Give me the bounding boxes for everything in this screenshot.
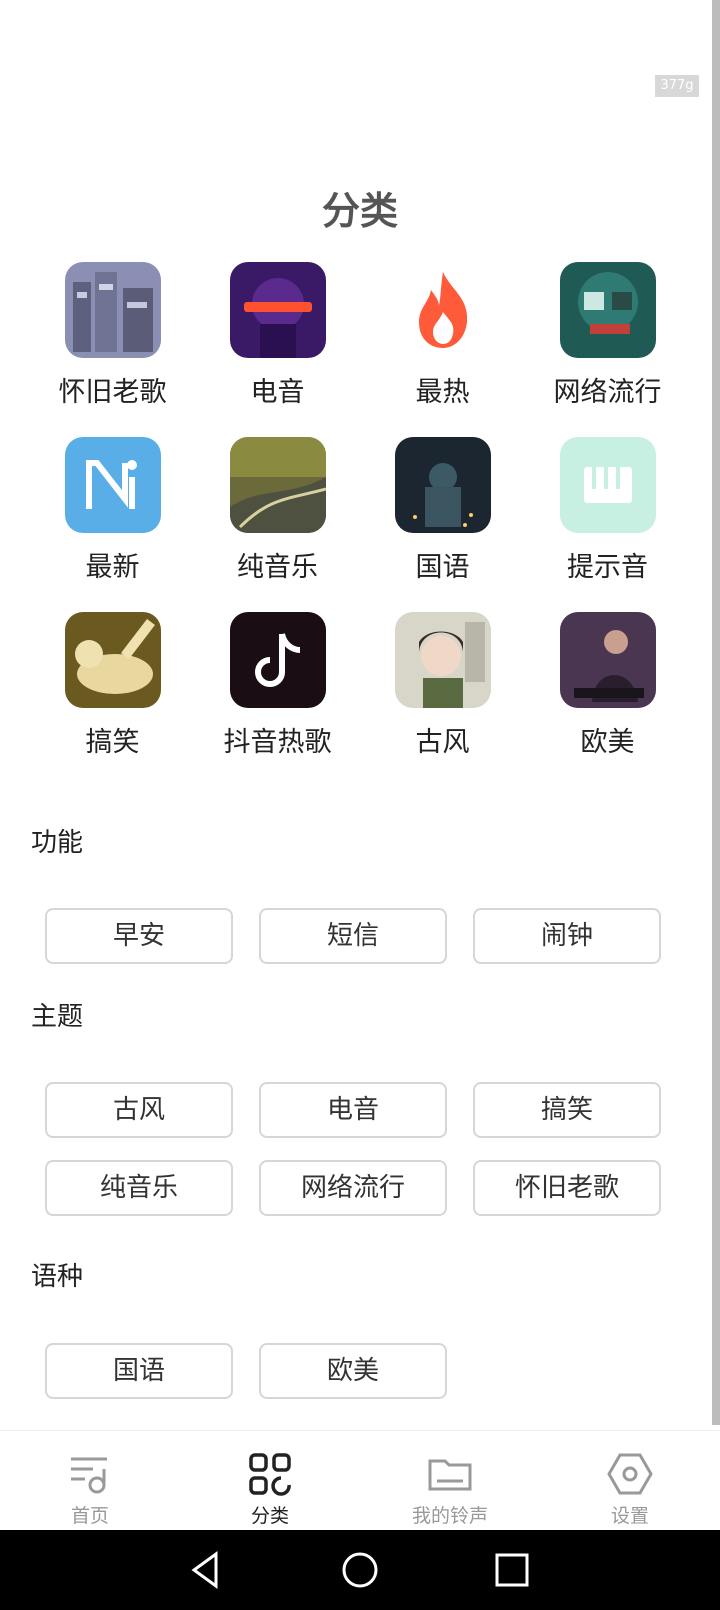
music-list-icon <box>71 1457 107 1494</box>
category-label: 提示音 <box>567 552 648 583</box>
category-item-western[interactable]: 欧美 <box>525 612 690 767</box>
tab-label: 设置 <box>610 1505 649 1527</box>
category-label: 古风 <box>415 727 470 758</box>
chip-nostalgic[interactable]: 怀旧老歌 <box>473 1160 661 1216</box>
chip-funny[interactable]: 搞笑 <box>473 1082 661 1138</box>
category-item-ancient[interactable]: 古风 <box>360 612 525 767</box>
tab-home[interactable]: 首页 <box>0 1431 180 1531</box>
newest-n-icon <box>64 437 161 533</box>
category-label: 最新 <box>85 552 140 583</box>
category-label: 怀旧老歌 <box>58 377 167 408</box>
piano-icon <box>559 437 656 533</box>
section-title-language: 语种 <box>31 1262 84 1292</box>
internet-pop-thumbnail <box>559 262 656 358</box>
chip-alarm[interactable]: 闹钟 <box>473 908 661 964</box>
category-item-funny[interactable]: 搞笑 <box>30 612 195 767</box>
category-label: 搞笑 <box>85 727 140 758</box>
category-grid: 怀旧老歌 电音 最热 网络流行 最新 纯音乐 国语 提示音 搞笑 抖音热歌 古风… <box>30 262 690 767</box>
back-icon[interactable] <box>184 1548 228 1592</box>
category-label: 国语 <box>415 552 470 583</box>
tiktok-icon <box>229 612 326 708</box>
category-label: 最热 <box>415 377 470 408</box>
status-badge: 377g <box>655 75 699 97</box>
category-item-hottest[interactable]: 最热 <box>360 262 525 417</box>
category-label: 电音 <box>250 377 305 408</box>
mandarin-concert-thumbnail <box>394 437 491 533</box>
category-item-electronic[interactable]: 电音 <box>195 262 360 417</box>
category-item-internet-pop[interactable]: 网络流行 <box>525 262 690 417</box>
nostalgic-street-thumbnail <box>64 262 161 358</box>
chip-ancient[interactable]: 古风 <box>45 1082 233 1138</box>
chip-western[interactable]: 欧美 <box>259 1343 447 1399</box>
tab-label: 分类 <box>250 1505 289 1527</box>
category-item-pure-music[interactable]: 纯音乐 <box>195 437 360 592</box>
home-circle-icon[interactable] <box>338 1548 382 1592</box>
category-item-nostalgic[interactable]: 怀旧老歌 <box>30 262 195 417</box>
category-item-notification[interactable]: 提示音 <box>525 437 690 592</box>
chip-morning[interactable]: 早安 <box>45 908 233 964</box>
category-item-douyin[interactable]: 抖音热歌 <box>195 612 360 767</box>
flame-icon <box>395 262 491 358</box>
category-item-newest[interactable]: 最新 <box>30 437 195 592</box>
chip-sms[interactable]: 短信 <box>259 908 447 964</box>
page-title: 分类 <box>321 189 398 233</box>
recents-square-icon[interactable] <box>490 1548 534 1592</box>
bottom-tab-bar: 首页 分类 我的铃声 设置 <box>0 1430 720 1531</box>
category-label: 欧美 <box>580 727 635 758</box>
category-label: 纯音乐 <box>237 552 318 583</box>
category-label: 网络流行 <box>553 377 662 408</box>
pure-music-road-thumbnail <box>229 437 326 533</box>
system-navigation-bar <box>0 1530 720 1610</box>
chip-internet-pop[interactable]: 网络流行 <box>259 1160 447 1216</box>
category-label: 抖音热歌 <box>223 727 332 758</box>
chip-electronic[interactable]: 电音 <box>259 1082 447 1138</box>
section-title-theme: 主题 <box>31 1002 84 1032</box>
ancient-style-thumbnail <box>394 612 491 708</box>
settings-hexagon-icon <box>607 1453 653 1495</box>
chip-mandarin[interactable]: 国语 <box>45 1343 233 1399</box>
tab-category[interactable]: 分类 <box>180 1431 360 1531</box>
chip-pure-music[interactable]: 纯音乐 <box>45 1160 233 1216</box>
funny-chick-thumbnail <box>64 612 161 708</box>
western-dj-thumbnail <box>559 612 656 708</box>
tab-settings[interactable]: 设置 <box>540 1431 720 1531</box>
electronic-thumbnail <box>229 262 326 358</box>
tab-my-ringtones[interactable]: 我的铃声 <box>360 1431 540 1531</box>
category-item-mandarin[interactable]: 国语 <box>360 437 525 592</box>
section-title-function: 功能 <box>31 828 84 858</box>
folder-icon <box>428 1459 472 1491</box>
grid-icon <box>249 1453 291 1496</box>
tab-label: 我的铃声 <box>411 1505 488 1527</box>
tab-label: 首页 <box>70 1505 109 1527</box>
